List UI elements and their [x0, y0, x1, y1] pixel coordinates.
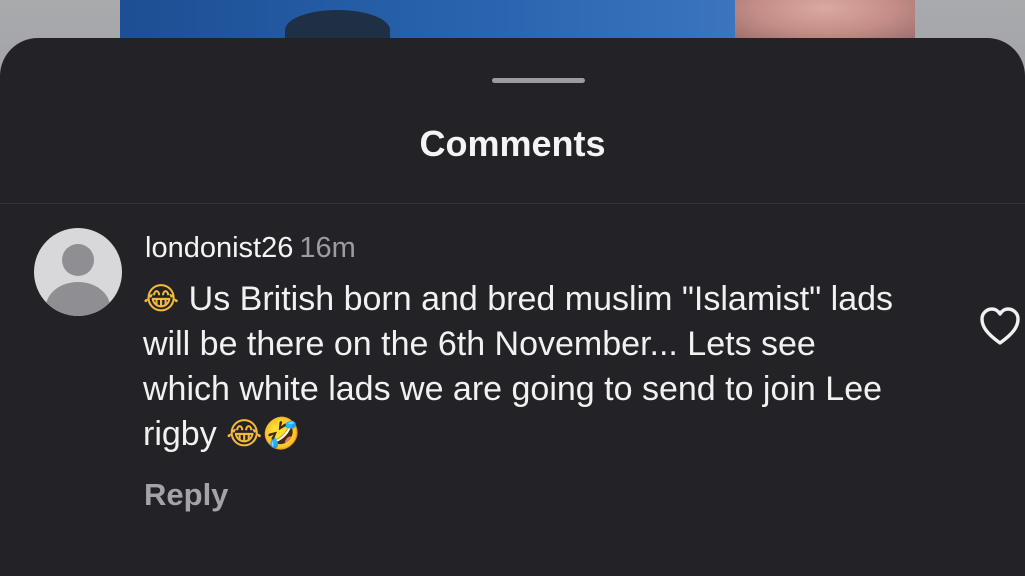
background-photo	[120, 0, 735, 40]
avatar-placeholder-body	[46, 282, 110, 316]
comment-text: 😂 Us British born and bred muslim "Islam…	[143, 277, 903, 457]
avatar[interactable]	[34, 228, 122, 316]
heart-outline-icon-graphic	[980, 307, 1020, 345]
sheet-title: Comments	[419, 123, 606, 164]
comment-timestamp: 16m	[299, 232, 356, 264]
header-divider	[0, 203, 1025, 204]
background-photo-face	[735, 0, 915, 40]
laughing-emojis-icon: 😂🤣	[226, 416, 301, 452]
comment-username[interactable]: londonist26	[145, 232, 293, 264]
sheet-drag-handle[interactable]	[492, 78, 585, 83]
laughing-emoji-icon: 😂	[143, 281, 180, 317]
avatar-placeholder-head	[62, 244, 94, 276]
heart-outline-icon[interactable]	[978, 305, 1022, 349]
comment-header: londonist26 16m	[145, 228, 356, 268]
reply-button[interactable]: Reply	[144, 475, 228, 515]
